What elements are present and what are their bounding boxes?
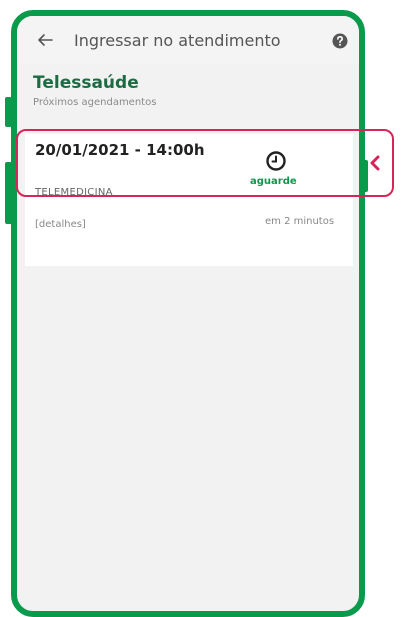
phone-frame: Ingressar no atendimento Telessaúde Próx… [11,10,365,617]
highlight-box [16,129,394,197]
chevron-left-icon [370,155,380,171]
help-circle-icon[interactable] [332,33,348,49]
arrow-left-icon[interactable] [37,32,53,48]
page-title: Ingressar no atendimento [74,31,281,50]
section-subtitle: Próximos agendamentos [33,97,157,108]
time-remaining: em 2 minutos [265,216,335,227]
details-link[interactable]: [detalhes] [35,219,86,230]
section-title: Telessaúde [33,73,139,93]
app-bar: Ingressar no atendimento [17,16,359,64]
